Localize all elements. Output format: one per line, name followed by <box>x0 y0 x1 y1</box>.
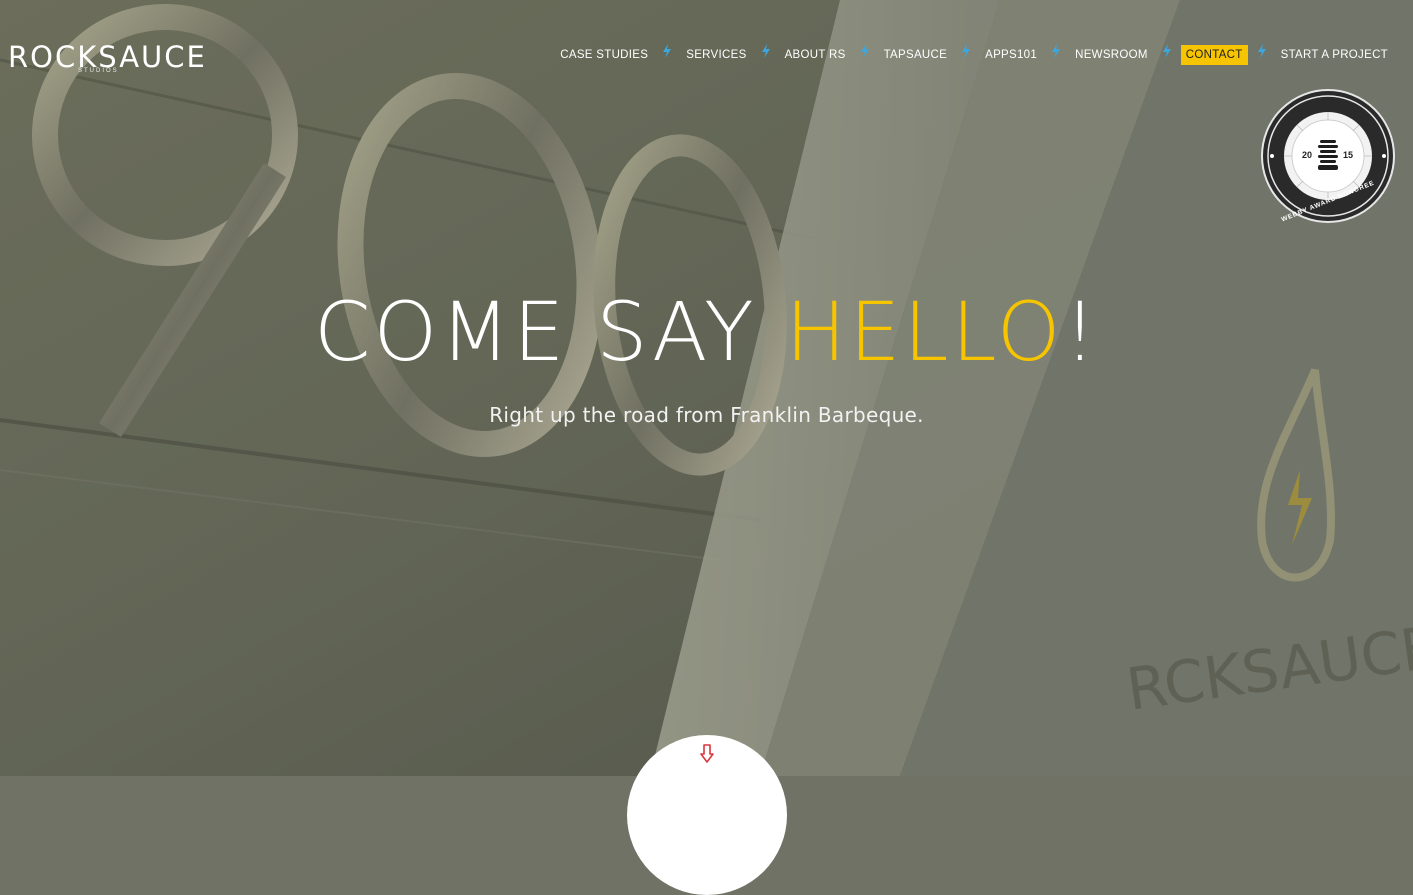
lightning-bolt-icon <box>662 44 672 58</box>
nav-item-about-rs[interactable]: ABOUT RS <box>780 45 851 65</box>
scroll-down-button[interactable] <box>627 735 787 895</box>
hero-headline: COME SAY HELLO! <box>0 288 1413 378</box>
lightning-bolt-icon <box>1162 44 1172 58</box>
nav-item-contact[interactable]: CONTACT <box>1180 45 1248 65</box>
headline-suffix: ! <box>1063 286 1100 380</box>
logo-subtext: STUDIOS <box>78 68 119 74</box>
headline-highlight: HELLO <box>785 286 1064 380</box>
webby-award-badge[interactable]: 20 15 WEBBY AWARD HONOREE <box>1260 88 1396 224</box>
nav-item-apps101[interactable]: APPS101 <box>980 45 1042 65</box>
lightning-bolt-icon <box>1051 44 1061 58</box>
lightning-bolt-icon <box>961 44 971 58</box>
nav-item-newsroom[interactable]: NEWSROOM <box>1070 45 1153 65</box>
award-year-right: 15 <box>1343 150 1354 160</box>
nav-item-services[interactable]: SERVICES <box>681 45 751 65</box>
lightning-bolt-icon <box>1257 44 1267 58</box>
nav-item-tapsauce[interactable]: TAPSAUCE <box>879 45 953 65</box>
rocksauce-logo[interactable]: ROCKSAUCE STUDIOS <box>8 40 205 80</box>
hero-subheadline: Right up the road from Franklin Barbeque… <box>489 403 924 427</box>
headline-prefix: COME SAY <box>313 286 786 380</box>
award-year-left: 20 <box>1302 150 1313 160</box>
nav-item-start-a-project[interactable]: START A PROJECT <box>1276 45 1393 65</box>
main-navigation: CASE STUDIES SERVICES ABOUT RS TAPSAUCE … <box>555 44 1393 66</box>
hero-background-image: RCKSAUCE <box>0 0 1413 776</box>
lightning-bolt-icon <box>761 44 771 58</box>
arrow-down-icon <box>700 744 714 763</box>
nav-item-case-studies[interactable]: CASE STUDIES <box>555 45 653 65</box>
lightning-bolt-icon <box>860 44 870 58</box>
